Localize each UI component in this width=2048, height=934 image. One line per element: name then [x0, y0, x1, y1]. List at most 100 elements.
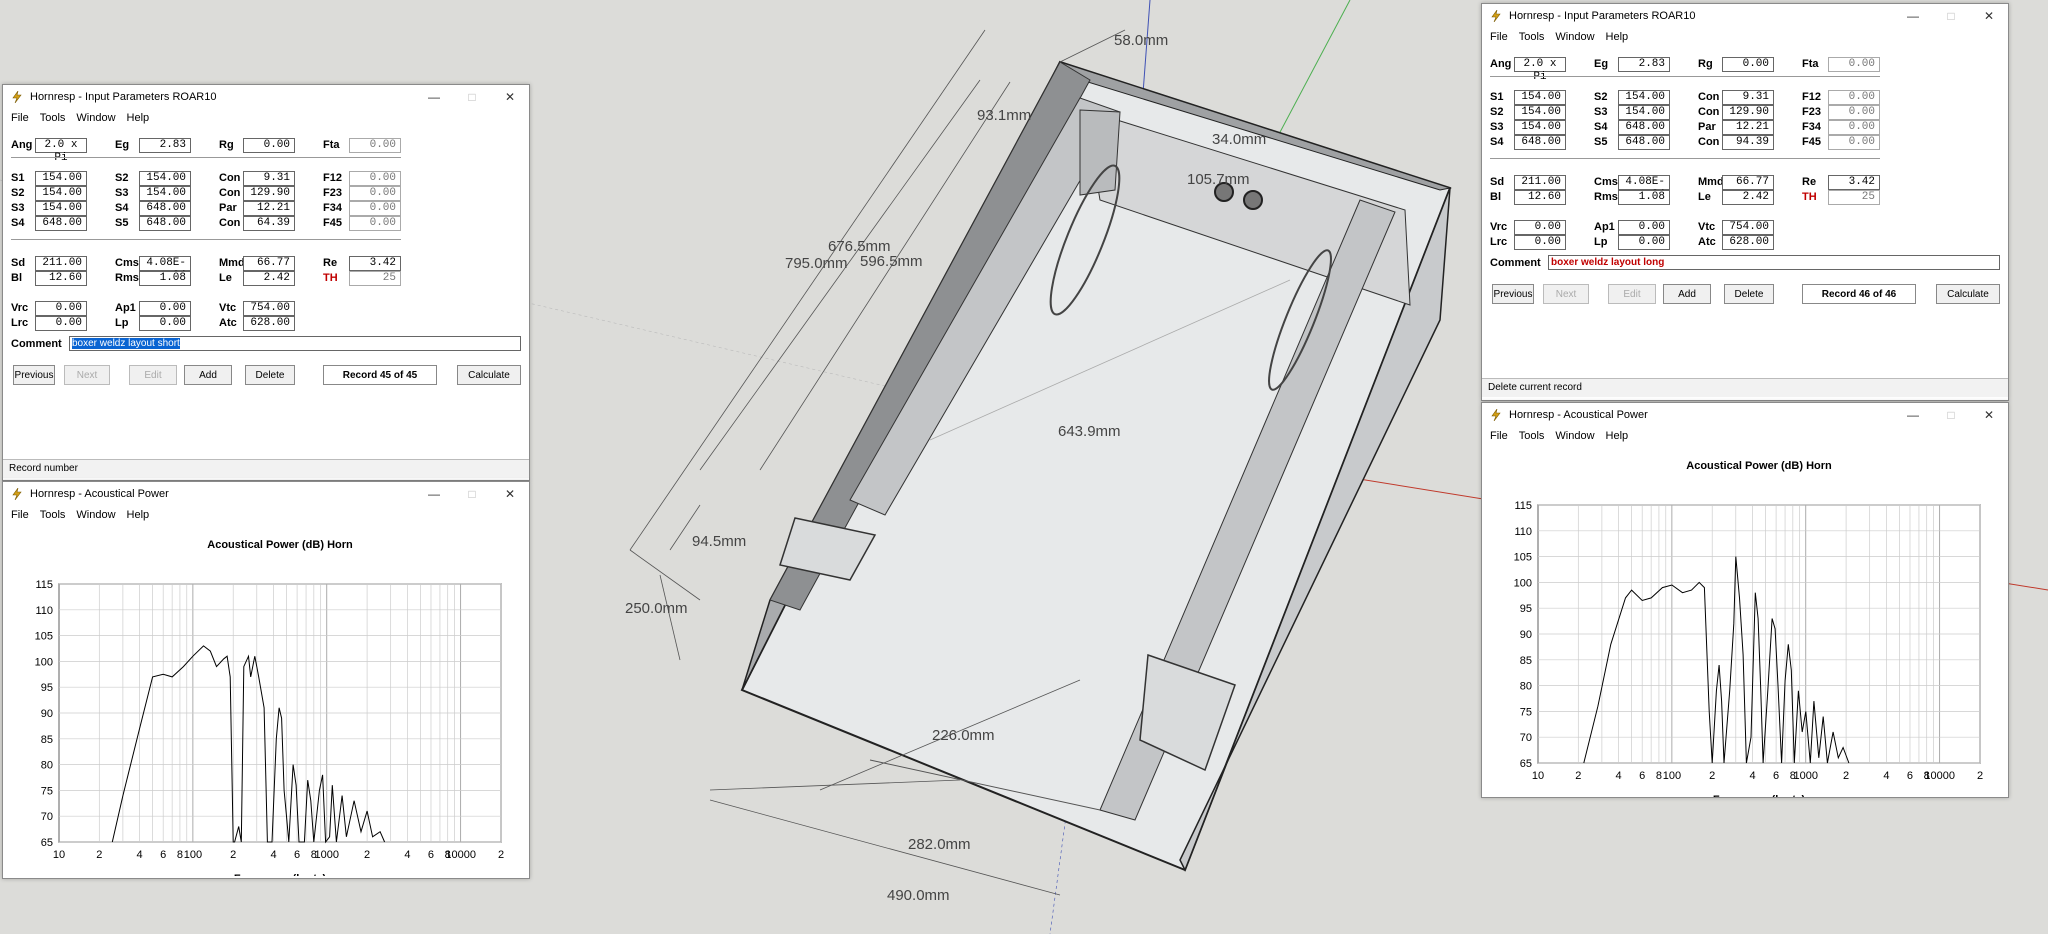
field-con[interactable]: 129.90 [243, 186, 295, 201]
add-button[interactable]: Add [184, 365, 232, 385]
acoustical-power-window-right[interactable]: Hornresp - Acoustical Power — □ ✕ File T… [1481, 402, 2009, 798]
field-fta[interactable]: 0.00 [349, 138, 401, 153]
field-s4[interactable]: 648.00 [139, 201, 191, 216]
menu-window[interactable]: Window [1555, 31, 1594, 43]
edit-button[interactable]: Edit [1608, 284, 1656, 304]
field-s2[interactable]: 154.00 [139, 171, 191, 186]
field-ang[interactable]: 2.0 x Pi [35, 138, 87, 164]
comment-field[interactable]: boxer weldz layout long [1548, 255, 2000, 270]
menu-window[interactable]: Window [76, 112, 115, 124]
close-button[interactable]: ✕ [491, 85, 529, 109]
field-le[interactable]: 2.42 [1722, 190, 1774, 205]
field-ap1[interactable]: 0.00 [139, 301, 191, 316]
field-s1[interactable]: 154.00 [35, 171, 87, 186]
field-mmd[interactable]: 66.77 [1722, 175, 1774, 190]
field-par[interactable]: 12.21 [1722, 120, 1774, 135]
field-f23[interactable]: 0.00 [349, 186, 401, 201]
field-s1[interactable]: 154.00 [1514, 90, 1566, 105]
field-f34[interactable]: 0.00 [1828, 120, 1880, 135]
field-s2[interactable]: 154.00 [35, 186, 87, 201]
field-cms[interactable]: 4.08E-04 [139, 256, 191, 282]
field-s4[interactable]: 648.00 [35, 216, 87, 231]
menu-file[interactable]: File [11, 509, 29, 521]
field-atc[interactable]: 628.00 [1722, 235, 1774, 250]
menu-help[interactable]: Help [127, 112, 150, 124]
menu-help[interactable]: Help [1606, 430, 1629, 442]
field-s4[interactable]: 648.00 [1514, 135, 1566, 150]
field-fta[interactable]: 0.00 [1828, 57, 1880, 72]
field-bl[interactable]: 12.60 [1514, 190, 1566, 205]
comment-field[interactable]: boxer weldz layout short [69, 336, 521, 351]
calculate-button[interactable]: Calculate [1936, 284, 2000, 304]
menu-window[interactable]: Window [76, 509, 115, 521]
menu-window[interactable]: Window [1555, 430, 1594, 442]
delete-button[interactable]: Delete [245, 365, 295, 385]
field-con[interactable]: 129.90 [1722, 105, 1774, 120]
field-s3[interactable]: 154.00 [139, 186, 191, 201]
close-button[interactable]: ✕ [1970, 403, 2008, 427]
field-vrc[interactable]: 0.00 [1514, 220, 1566, 235]
next-button[interactable]: Next [64, 365, 110, 385]
field-f45[interactable]: 0.00 [1828, 135, 1880, 150]
field-s3[interactable]: 154.00 [1514, 120, 1566, 135]
previous-button[interactable]: Previous [1492, 284, 1534, 304]
field-con[interactable]: 64.39 [243, 216, 295, 231]
field-s5[interactable]: 648.00 [139, 216, 191, 231]
field-vrc[interactable]: 0.00 [35, 301, 87, 316]
field-th[interactable]: 25 [349, 271, 401, 286]
field-s4[interactable]: 648.00 [1618, 120, 1670, 135]
maximize-button[interactable]: □ [453, 85, 491, 109]
field-vtc[interactable]: 754.00 [243, 301, 295, 316]
edit-button[interactable]: Edit [129, 365, 177, 385]
field-le[interactable]: 2.42 [243, 271, 295, 286]
add-button[interactable]: Add [1663, 284, 1711, 304]
delete-button[interactable]: Delete [1724, 284, 1774, 304]
field-re[interactable]: 3.42 [1828, 175, 1880, 190]
menu-tools[interactable]: Tools [40, 509, 66, 521]
minimize-button[interactable]: — [415, 85, 453, 109]
field-s2[interactable]: 154.00 [1618, 90, 1670, 105]
field-sd[interactable]: 211.00 [35, 256, 87, 271]
minimize-button[interactable]: — [1894, 4, 1932, 28]
field-re[interactable]: 3.42 [349, 256, 401, 271]
menu-tools[interactable]: Tools [1519, 430, 1545, 442]
field-ap1[interactable]: 0.00 [1618, 220, 1670, 235]
title-bar[interactable]: Hornresp - Input Parameters ROAR10 — □ ✕ [1482, 4, 2008, 28]
field-con[interactable]: 9.31 [243, 171, 295, 186]
field-ang[interactable]: 2.0 x Pi [1514, 57, 1566, 83]
menu-help[interactable]: Help [1606, 31, 1629, 43]
field-con[interactable]: 94.39 [1722, 135, 1774, 150]
field-cms[interactable]: 4.08E-04 [1618, 175, 1670, 201]
next-button[interactable]: Next [1543, 284, 1589, 304]
field-rms[interactable]: 1.08 [1618, 190, 1670, 205]
field-lrc[interactable]: 0.00 [1514, 235, 1566, 250]
field-par[interactable]: 12.21 [243, 201, 295, 216]
input-parameters-window-left[interactable]: Hornresp - Input Parameters ROAR10— □ ✕ Fil… [2, 84, 530, 481]
field-th[interactable]: 25 [1828, 190, 1880, 205]
field-bl[interactable]: 12.60 [35, 271, 87, 286]
close-button[interactable]: ✕ [1970, 4, 2008, 28]
field-eg[interactable]: 2.83 [1618, 57, 1670, 72]
field-sd[interactable]: 211.00 [1514, 175, 1566, 190]
field-s3[interactable]: 154.00 [1618, 105, 1670, 120]
field-atc[interactable]: 628.00 [243, 316, 295, 331]
field-f34[interactable]: 0.00 [349, 201, 401, 216]
field-rg[interactable]: 0.00 [1722, 57, 1774, 72]
menu-file[interactable]: File [11, 112, 29, 124]
field-f23[interactable]: 0.00 [1828, 105, 1880, 120]
field-lp[interactable]: 0.00 [1618, 235, 1670, 250]
field-rms[interactable]: 1.08 [139, 271, 191, 286]
menu-file[interactable]: File [1490, 31, 1508, 43]
field-f12[interactable]: 0.00 [1828, 90, 1880, 105]
title-bar[interactable]: Hornresp - Acoustical Power — □ ✕ [3, 482, 529, 506]
menu-file[interactable]: File [1490, 430, 1508, 442]
menu-tools[interactable]: Tools [1519, 31, 1545, 43]
title-bar[interactable]: Hornresp - Acoustical Power — □ ✕ [1482, 403, 2008, 427]
field-mmd[interactable]: 66.77 [243, 256, 295, 271]
field-con[interactable]: 9.31 [1722, 90, 1774, 105]
menu-tools[interactable]: Tools [40, 112, 66, 124]
minimize-button[interactable]: — [415, 482, 453, 506]
input-parameters-window-right[interactable]: Hornresp - Input Parameters ROAR10— □ ✕ Fil… [1481, 3, 2009, 401]
field-s3[interactable]: 154.00 [35, 201, 87, 216]
field-vtc[interactable]: 754.00 [1722, 220, 1774, 235]
